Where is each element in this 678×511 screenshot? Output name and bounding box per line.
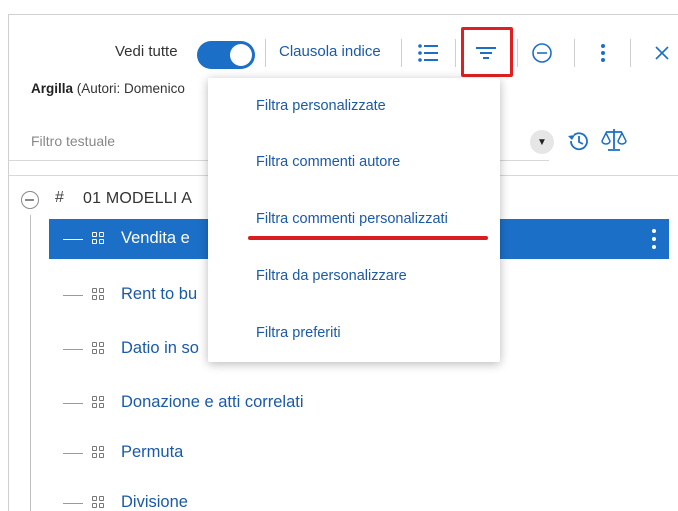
vedi-tutte-toggle[interactable] (197, 41, 255, 69)
tree-item-label: Donazione e atti correlati (121, 393, 304, 411)
grid-icon (92, 496, 106, 510)
tree-connector (63, 403, 83, 404)
grid-icon (92, 342, 106, 356)
toolbar: Vedi tutte Clausola indice (9, 27, 678, 77)
grid-icon (92, 288, 106, 302)
grid-icon (92, 396, 106, 410)
vedi-tutte-label: Vedi tutte (115, 43, 178, 60)
tree-connector (63, 349, 83, 350)
document-info: Argilla (Autori: Domenico (31, 81, 185, 96)
separator (265, 39, 266, 67)
menu-item-filtra-personalizzate[interactable]: Filtra personalizzate (256, 98, 386, 114)
tree-item-label: Vendita e (121, 229, 190, 247)
tree-item[interactable]: Divisione (49, 483, 669, 511)
collapse-icon[interactable] (21, 191, 39, 209)
separator (630, 39, 631, 67)
list-icon[interactable] (412, 37, 444, 69)
hash-icon: # (55, 189, 64, 206)
tree-connector (63, 239, 83, 240)
menu-item-filtra-commenti-autore[interactable]: Filtra commenti autore (256, 154, 400, 170)
grid-icon (92, 446, 106, 460)
tree-item-label: Permuta (121, 443, 184, 461)
tree-connector (63, 503, 83, 504)
grid-icon (92, 232, 106, 246)
tree-root-label: 01 MODELLI A (83, 190, 193, 207)
clausola-indice-link[interactable]: Clausola indice (279, 43, 381, 60)
tree-connector-line (30, 215, 31, 511)
kebab-icon[interactable] (651, 229, 657, 249)
close-icon[interactable] (646, 37, 678, 69)
authors-text: (Autori: Domenico (76, 81, 185, 96)
toggle-knob (230, 44, 252, 66)
kebab-icon[interactable] (587, 37, 619, 69)
tree-item-label: Datio in so (121, 339, 199, 357)
tree-connector (63, 295, 83, 296)
tree-connector (63, 453, 83, 454)
red-underline-annotation (248, 236, 488, 240)
scales-icon[interactable] (599, 125, 629, 155)
separator (401, 39, 402, 67)
separator (455, 39, 456, 67)
separator (574, 39, 575, 67)
tree-item[interactable]: Permuta (49, 433, 669, 473)
minus-circle-icon[interactable] (526, 37, 558, 69)
history-icon[interactable] (565, 127, 593, 155)
filter-dropdown-menu: Filtra personalizzate Filtra commenti au… (208, 78, 500, 362)
filter-highlight-box (461, 27, 513, 77)
menu-item-filtra-preferiti[interactable]: Filtra preferiti (256, 325, 341, 341)
filter-placeholder: Filtro testuale (31, 133, 116, 149)
tree-item-label: Divisione (121, 493, 188, 511)
document-name: Argilla (31, 81, 74, 96)
separator (517, 39, 518, 67)
tree-item-label: Rent to bu (121, 285, 198, 303)
menu-item-filtra-da-personalizzare[interactable]: Filtra da personalizzare (256, 268, 407, 284)
chevron-down-icon[interactable]: ▼ (530, 130, 554, 154)
menu-item-filtra-commenti-personalizzati[interactable]: Filtra commenti personalizzati (256, 211, 448, 227)
tree-item[interactable]: Donazione e atti correlati (49, 383, 669, 423)
